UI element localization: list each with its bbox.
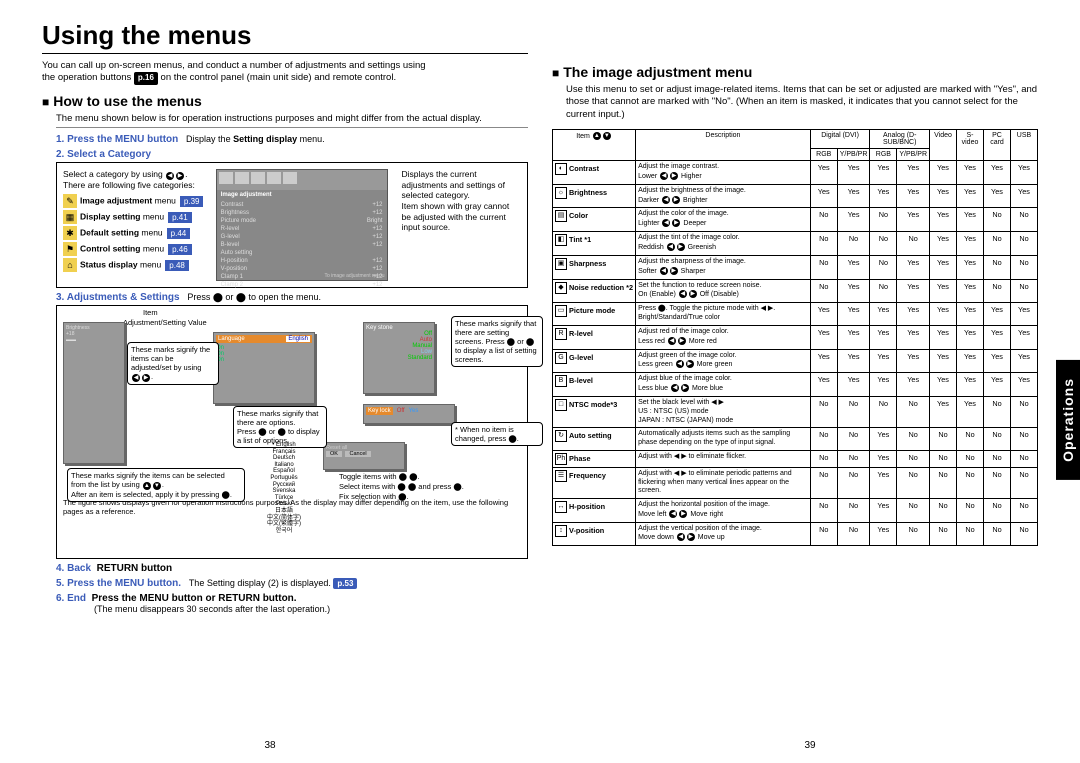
category-item: ⚑Control setting menup.46	[63, 242, 208, 256]
adjustment-diagram: Item Adjustment/Setting Value Brightness…	[56, 305, 528, 559]
step-3: 3. Adjustments & Settings Press ⬤ or ⬤ t…	[56, 292, 528, 303]
th-video: Video	[930, 130, 957, 161]
image-adj-heading: ■The image adjustment menu	[552, 64, 1038, 80]
panel-left: Brightness+18▬▬	[63, 322, 125, 464]
menu-right-desc: Displays the current adjustments and set…	[396, 169, 522, 281]
th-digital: Digital (DVI)	[810, 130, 870, 149]
cat-icon: ✎	[63, 194, 77, 208]
page-title: Using the menus	[42, 20, 528, 54]
table-row: ◧Tint *1 Adjust the tint of the image co…	[553, 232, 1038, 256]
item-icon: ▭	[555, 305, 567, 317]
pageref: p.44	[167, 228, 191, 239]
image-adj-intro: Use this menu to set or adjust image-rel…	[566, 84, 1038, 121]
side-tab-operations: Operations	[1056, 360, 1080, 480]
item-icon: R	[555, 328, 567, 340]
cat-icon: ⚑	[63, 242, 77, 256]
pageref: p.39	[180, 196, 204, 207]
cat-icon: ✱	[63, 226, 77, 240]
item-icon: ▣	[555, 258, 567, 270]
th-pccard: PC card	[984, 130, 1011, 161]
category-item: ✎Image adjustment menup.39	[63, 194, 208, 208]
th-desc: Description	[636, 130, 811, 161]
th-item: Item ▲▼	[553, 130, 636, 161]
step-6: 6. End Press the MENU button or RETURN b…	[56, 593, 528, 614]
category-item: ⌂Status display menup.48	[63, 258, 208, 272]
cat-icon: ⌂	[63, 258, 77, 272]
item-icon: ☰	[555, 470, 567, 482]
howto-subtext: The menu shown below is for operation in…	[56, 113, 528, 128]
item-icon: □	[555, 399, 567, 411]
item-icon: ◆	[555, 282, 567, 294]
category-box: Select a category by using ◀▶. There are…	[56, 162, 528, 288]
image-adj-table: Item ▲▼ Description Digital (DVI) Analog…	[552, 129, 1038, 546]
menu-screenshot: Image adjustment Contrast+12Brightness+1…	[216, 169, 388, 281]
item-icon: B	[555, 375, 567, 387]
step-5: 5. Press the MENU button. The Setting di…	[56, 578, 528, 589]
table-row: ◆Noise reduction *2 Set the function to …	[553, 279, 1038, 303]
table-row: ☼Brightness Adjust the brightness of the…	[553, 184, 1038, 208]
pageref-p16: p.16	[134, 72, 158, 84]
th-svideo: S-video	[957, 130, 984, 161]
th-analog: Analog (D-SUB/BNC)	[870, 130, 930, 149]
table-row: ↔H-position Adjust the horizontal positi…	[553, 499, 1038, 523]
table-row: □NTSC mode*3 Set the black level with ◀ …	[553, 397, 1038, 428]
table-row: ☰Frequency Adjust with ◀ ▶ to eliminate …	[553, 467, 1038, 498]
item-icon: Ph	[555, 453, 567, 465]
panel-keystone: Key stone Off Auto Manual Low Standard	[363, 322, 435, 394]
cat-icon: ▦	[63, 210, 77, 224]
callout-setting: These marks signify that there are setti…	[451, 316, 543, 367]
item-icon: ↔	[555, 501, 567, 513]
item-icon: ▤	[555, 210, 567, 222]
table-row: ↻Auto setting Automatically adjusts item…	[553, 428, 1038, 451]
table-row: PhPhase Adjust with ◀ ▶ to eliminate fli…	[553, 450, 1038, 467]
item-icon: ↕	[555, 525, 567, 537]
cat-intro-text: Select a category by using	[63, 169, 165, 179]
panel-language: LanguageEnglish On On On	[213, 332, 315, 404]
item-icon: ☼	[555, 187, 567, 199]
step-1: 1. Press the MENU button Display the Set…	[56, 134, 528, 145]
th-usb: USB	[1011, 130, 1038, 161]
panel-keylock: Key lock Off Yes	[363, 404, 455, 424]
table-row: ▭Picture mode Press ⬤. Toggle the pictur…	[553, 303, 1038, 326]
page-numbers: 38 39	[0, 740, 1080, 751]
howto-heading: ■How to use the menus	[42, 93, 528, 109]
pageref: p.48	[165, 260, 189, 271]
intro-text: You can call up on-screen menus, and con…	[42, 60, 528, 85]
table-row: ▤Color Adjust the color of the image.Lig…	[553, 208, 1038, 232]
table-row: ◐Contrast Adjust the image contrast.Lowe…	[553, 161, 1038, 185]
pageref: p.41	[168, 212, 192, 223]
lr-arrow-icons: ◀▶	[165, 169, 185, 180]
cat-intro2: There are following five categories:	[63, 180, 195, 190]
table-row: GG-level Adjust green of the image color…	[553, 349, 1038, 373]
category-item: ✱Default setting menup.44	[63, 226, 208, 240]
category-item: ▦Display setting menup.41	[63, 210, 208, 224]
table-row: RR-level Adjust red of the image color.L…	[553, 325, 1038, 349]
language-list: • English Français Deutsch Italiano Espa…	[249, 442, 319, 534]
table-row: ▣Sharpness Adjust the sharpness of the i…	[553, 255, 1038, 279]
callout-adjust: These marks signify the items can be adj…	[127, 342, 219, 385]
item-icon: ◧	[555, 234, 567, 246]
table-row: BB-level Adjust blue of the image color.…	[553, 373, 1038, 397]
callout-list: These marks signify the items can be sel…	[67, 468, 245, 502]
pageref: p.46	[168, 244, 192, 255]
item-icon: ↻	[555, 430, 567, 442]
panel-reset: Reset all OK Cancel	[323, 442, 405, 470]
item-icon: G	[555, 352, 567, 364]
step-2: 2. Select a Category	[56, 149, 528, 160]
toggle-instructions: Toggle items with ⬤ ⬤. Select items with…	[339, 472, 464, 501]
item-icon: ◐	[555, 163, 567, 175]
table-row: ↕V-position Adjust the vertical position…	[553, 522, 1038, 546]
step-4: 4. Back RETURN button	[56, 563, 528, 574]
callout-noitem: * When no item is changed, press ⬤.	[451, 422, 543, 446]
